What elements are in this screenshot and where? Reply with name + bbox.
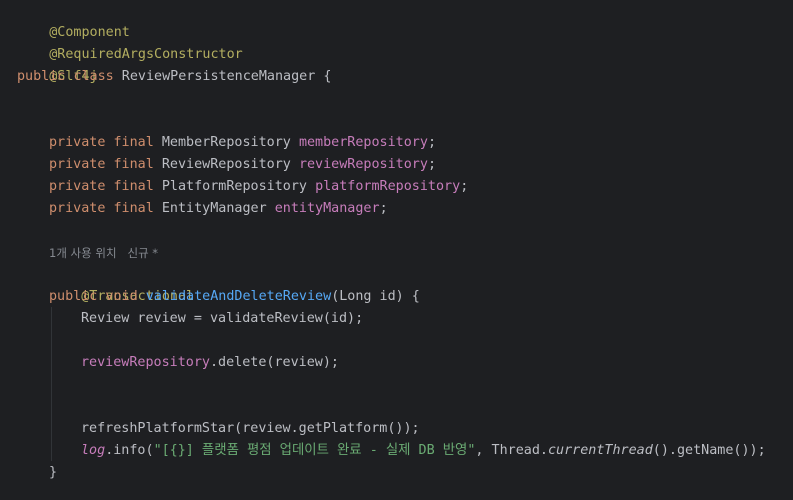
code-line-close-brace[interactable]: }	[0, 462, 57, 484]
keyword-token: public void	[49, 289, 138, 304]
statement-token: .delete(review);	[210, 355, 339, 370]
code-line-statement[interactable]: Review review = validateReview(id);	[0, 308, 363, 330]
field-name-token: reviewRepository	[298, 157, 428, 172]
punct-token: ;	[427, 157, 436, 172]
keyword-token: private final	[49, 135, 154, 150]
statement-token: refreshPlatformStar(review.getPlatform()…	[81, 421, 420, 436]
class-name-token: ReviewPersistenceManager {	[113, 69, 332, 84]
punct-token: ;	[427, 135, 436, 150]
code-line-field[interactable]: private final ReviewRepository reviewRep…	[0, 154, 436, 176]
code-line-class-declaration[interactable]: public class ReviewPersistenceManager {	[0, 66, 331, 88]
params-token: (Long id) {	[331, 289, 420, 304]
field-ref-token: reviewRepository	[81, 355, 210, 370]
code-line-statement[interactable]: reviewRepository.delete(review);	[0, 352, 339, 374]
keyword-token: public	[17, 69, 66, 84]
code-line-annotation-transactional[interactable]: @Transactional	[0, 264, 194, 304]
code-line-annotation-slf4j[interactable]: @Slf4j	[0, 44, 97, 84]
code-line-method-declaration[interactable]: public void validateAndDeleteReview(Long…	[0, 286, 420, 308]
method-name-token: validateAndDeleteReview	[145, 289, 332, 304]
code-line-field[interactable]: private final MemberRepository memberRep…	[0, 132, 436, 154]
field-name-token: memberRepository	[298, 135, 428, 150]
type-token: EntityManager	[153, 201, 275, 216]
usage-hint-inlay[interactable]: 1개 사용 위치 신규 *	[0, 242, 158, 264]
code-line-annotation-component[interactable]: @Component	[0, 0, 130, 40]
brace-token: }	[49, 465, 58, 480]
type-token: MemberRepository	[153, 135, 299, 150]
code-line-annotation-required-args[interactable]: @RequiredArgsConstructor	[0, 22, 242, 62]
statement-token: ().getName());	[652, 443, 766, 458]
type-token: PlatformRepository	[153, 179, 316, 194]
code-editor[interactable]: @Component @RequiredArgsConstructor @Slf…	[0, 0, 793, 500]
field-name-token: platformRepository	[315, 179, 461, 194]
field-name-token: entityManager	[274, 201, 380, 216]
keyword-token: class	[73, 69, 114, 84]
code-line-field[interactable]: private final PlatformRepository platfor…	[0, 176, 468, 198]
statement-token: , Thread.	[475, 443, 548, 458]
code-line-field[interactable]: private final EntityManager entityManage…	[0, 198, 388, 220]
call-token: .info(	[105, 443, 154, 458]
keyword-token: private final	[49, 157, 154, 172]
string-literal-token: "[{}] 플랫폼 평점 업데이트 완료 - 실제 DB 반영"	[153, 443, 476, 458]
code-line-statement[interactable]: refreshPlatformStar(review.getPlatform()…	[0, 418, 420, 440]
static-method-token: currentThread	[547, 443, 653, 458]
log-field-token: log	[81, 443, 106, 458]
keyword-token: private final	[49, 179, 154, 194]
statement-token: Review review = validateReview(id);	[81, 311, 364, 326]
code-line-log-statement[interactable]: log.info("[{}] 플랫폼 평점 업데이트 완료 - 실제 DB 반영…	[0, 440, 766, 462]
type-token: ReviewRepository	[153, 157, 299, 172]
punct-token: ;	[460, 179, 469, 194]
keyword-token: private final	[49, 201, 154, 216]
punct-token: ;	[379, 201, 388, 216]
